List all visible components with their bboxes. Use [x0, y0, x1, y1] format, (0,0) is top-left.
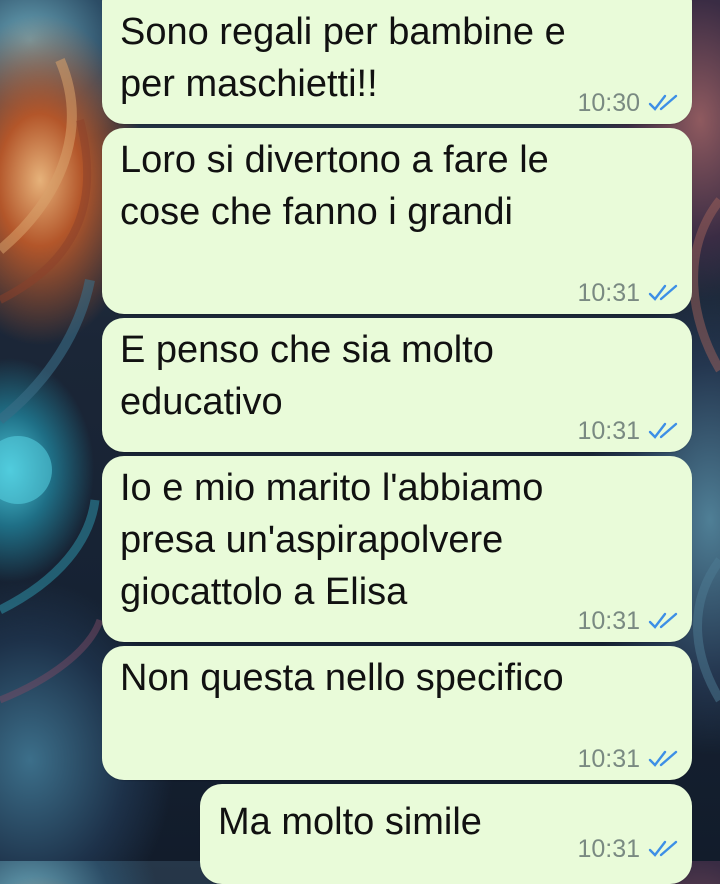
message-bubble[interactable]: Ma molto simile 10:31: [200, 784, 692, 884]
double-check-icon: [648, 840, 678, 857]
message-time: 10:31: [577, 607, 640, 635]
message-bubble[interactable]: Loro si divertono a fare le cose che fan…: [102, 128, 692, 314]
double-check-icon: [648, 422, 678, 439]
message-text: E penso che sia molto educativo: [120, 329, 494, 423]
message-text: Sono regali per bambine e per maschietti…: [120, 11, 566, 105]
message-bubble[interactable]: Sono regali per bambine e per maschietti…: [102, 0, 692, 124]
double-check-icon: [648, 612, 678, 629]
double-check-icon: [648, 94, 678, 111]
message-text: Non questa nello specifico: [120, 657, 564, 699]
message-bubble[interactable]: E penso che sia molto educativo 10:31: [102, 318, 692, 452]
message-text: Loro si divertono a fare le cose che fan…: [120, 139, 549, 233]
message-time: 10:31: [577, 417, 640, 445]
message-time: 10:31: [577, 745, 640, 773]
message-meta: 10:31: [577, 416, 678, 446]
message-bubble[interactable]: Non questa nello specifico 10:31: [102, 646, 692, 780]
double-check-icon: [648, 284, 678, 301]
message-text: Io e mio marito l'abbiamo presa un'aspir…: [120, 467, 544, 613]
message-bubble[interactable]: Io e mio marito l'abbiamo presa un'aspir…: [102, 456, 692, 642]
double-check-icon: [648, 750, 678, 767]
message-meta: 10:31: [577, 278, 678, 308]
message-text: Ma molto simile: [218, 801, 482, 843]
message-time: 10:30: [577, 89, 640, 117]
message-meta: 10:30: [577, 88, 678, 118]
message-time: 10:31: [577, 835, 640, 863]
message-meta: 10:31: [577, 606, 678, 636]
message-meta: 10:31: [577, 744, 678, 774]
message-meta: 10:31: [577, 834, 678, 864]
message-time: 10:31: [577, 279, 640, 307]
